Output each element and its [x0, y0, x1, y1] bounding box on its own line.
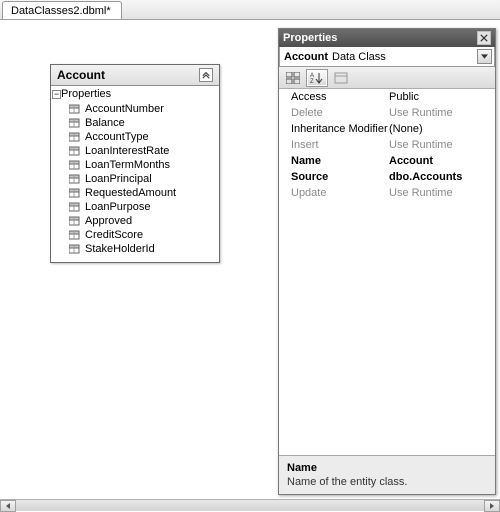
entity-properties-section: − Properties AccountNumberBalanceAccount…	[51, 86, 219, 262]
object-name: Account	[284, 51, 328, 63]
description-text: Name of the entity class.	[287, 476, 487, 488]
entity-section-label: Properties	[61, 88, 111, 100]
column-icon	[69, 118, 81, 128]
column-icon	[69, 174, 81, 184]
entity-property[interactable]: LoanInterestRate	[67, 144, 215, 158]
entity-property-label: AccountNumber	[85, 103, 164, 115]
property-value[interactable]: Use Runtime	[389, 107, 495, 119]
property-label: Source	[279, 171, 389, 183]
design-canvas[interactable]: Account − Properties AccountNumber Balanc…	[0, 20, 275, 499]
entity-property-list: AccountNumber Balance AccountType LoanInter…	[61, 100, 215, 260]
property-description: Name Name of the entity class.	[279, 456, 495, 494]
object-selector[interactable]: Account Data Class	[279, 47, 495, 67]
column-icon	[69, 230, 81, 240]
entity-property-label: LoanTermMonths	[85, 159, 170, 171]
entity-property-label: RequestedAmount	[85, 187, 176, 199]
column-icon	[69, 132, 81, 142]
property-row[interactable]: UpdateUse Runtime	[279, 185, 495, 201]
entity-account[interactable]: Account − Properties AccountNumber Balanc…	[50, 64, 220, 263]
entity-property-label: LoanPurpose	[85, 201, 150, 213]
document-tabbar: DataClasses2.dbml*	[0, 0, 500, 20]
column-icon	[69, 244, 81, 254]
entity-property[interactable]: AccountNumber	[67, 102, 215, 116]
entity-property-label: LoanPrincipal	[85, 173, 152, 185]
property-row[interactable]: DeleteUse Runtime	[279, 105, 495, 121]
entity-header[interactable]: Account	[51, 65, 219, 86]
property-pages-button[interactable]	[330, 69, 352, 87]
property-grid[interactable]: AccessPublicDeleteUse RuntimeInheritance…	[279, 89, 495, 456]
entity-property-label: Approved	[85, 215, 132, 227]
property-label: Name	[279, 155, 389, 167]
property-value[interactable]: (None)	[389, 123, 495, 135]
horizontal-scrollbar[interactable]	[0, 499, 500, 511]
close-button[interactable]	[477, 31, 491, 45]
collapse-icon[interactable]	[199, 68, 213, 82]
entity-property-label: AccountType	[85, 131, 149, 143]
entity-property[interactable]: LoanTermMonths	[67, 158, 215, 172]
entity-property[interactable]: LoanPrincipal	[67, 172, 215, 186]
column-icon	[69, 146, 81, 156]
property-row[interactable]: Inheritance Modifier(None)	[279, 121, 495, 137]
entity-property[interactable]: LoanPurpose	[67, 200, 215, 214]
entity-property[interactable]: Approved	[67, 214, 215, 228]
property-value[interactable]: Use Runtime	[389, 187, 495, 199]
entity-property-label: LoanInterestRate	[85, 145, 169, 157]
properties-panel: Properties Account Data Class AZ AccessP…	[278, 28, 496, 495]
dropdown-icon[interactable]	[477, 49, 492, 64]
scroll-left-icon[interactable]	[0, 500, 16, 512]
property-value[interactable]: Account	[389, 155, 495, 167]
property-value[interactable]: Use Runtime	[389, 139, 495, 151]
properties-title: Properties	[283, 32, 337, 44]
scroll-right-icon[interactable]	[484, 500, 500, 512]
document-tab-label: DataClasses2.dbml*	[11, 5, 111, 17]
entity-property[interactable]: StakeHolderId	[67, 242, 215, 256]
alphabetical-button[interactable]: AZ	[306, 69, 328, 87]
column-icon	[69, 216, 81, 226]
tree-collapse-icon[interactable]: −	[52, 90, 61, 99]
property-value[interactable]: Public	[389, 91, 495, 103]
property-label: Inheritance Modifier	[279, 123, 389, 135]
categorized-button[interactable]	[282, 69, 304, 87]
workspace: Account − Properties AccountNumber Balanc…	[0, 20, 500, 499]
property-value[interactable]: dbo.Accounts	[389, 171, 495, 183]
column-icon	[69, 160, 81, 170]
entity-property[interactable]: AccountType	[67, 130, 215, 144]
column-icon	[69, 202, 81, 212]
property-label: Delete	[279, 107, 389, 119]
entity-title: Account	[57, 68, 105, 82]
entity-property[interactable]: Balance	[67, 116, 215, 130]
document-tab[interactable]: DataClasses2.dbml*	[2, 1, 122, 19]
property-row[interactable]: Sourcedbo.Accounts	[279, 169, 495, 185]
svg-text:Z: Z	[310, 79, 314, 84]
properties-titlebar[interactable]: Properties	[279, 29, 495, 47]
property-row[interactable]: InsertUse Runtime	[279, 137, 495, 153]
entity-property-label: CreditScore	[85, 229, 143, 241]
entity-property-label: StakeHolderId	[85, 243, 155, 255]
object-type: Data Class	[332, 51, 386, 63]
property-row[interactable]: AccessPublic	[279, 89, 495, 105]
property-label: Update	[279, 187, 389, 199]
column-icon	[69, 104, 81, 114]
column-icon	[69, 188, 81, 198]
property-label: Access	[279, 91, 389, 103]
entity-property[interactable]: RequestedAmount	[67, 186, 215, 200]
entity-property[interactable]: CreditScore	[67, 228, 215, 242]
property-label: Insert	[279, 139, 389, 151]
entity-property-label: Balance	[85, 117, 125, 129]
property-row[interactable]: NameAccount	[279, 153, 495, 169]
property-toolbar: AZ	[279, 67, 495, 89]
description-title: Name	[287, 462, 487, 474]
